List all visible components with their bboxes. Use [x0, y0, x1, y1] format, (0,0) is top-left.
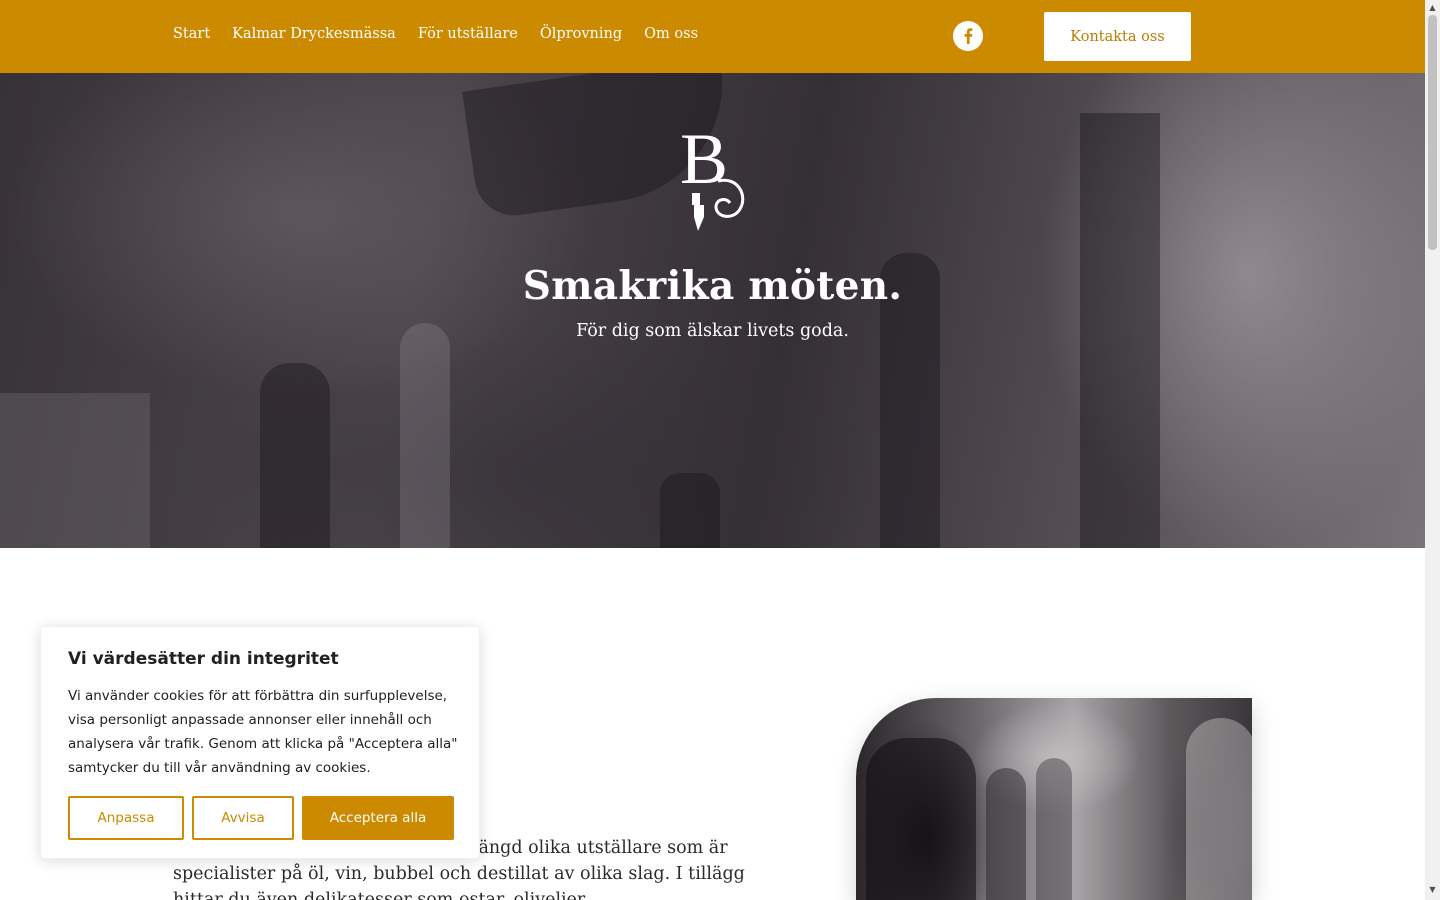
hero-banner: B Smakrika möten. För dig som älskar liv…	[0, 73, 1425, 548]
scrollbar-thumb[interactable]	[1428, 15, 1437, 250]
bs-logo-icon: B	[680, 121, 745, 231]
nav-item-for-utstallare[interactable]: För utställare	[418, 26, 518, 42]
cookie-title: Vi värdesätter din integritet	[68, 649, 339, 669]
nav-item-olprovning[interactable]: Ölprovning	[540, 26, 622, 42]
scroll-up-icon[interactable]: ▲	[1425, 3, 1440, 15]
nav-item-om-oss[interactable]: Om oss	[644, 26, 698, 42]
facebook-glyph	[964, 28, 973, 44]
reject-button[interactable]: Avvisa	[192, 796, 294, 840]
site-header: Start Kalmar Dryckesmässa För utställare…	[0, 0, 1425, 73]
cookie-description: Vi använder cookies för att förbättra di…	[68, 688, 458, 776]
svg-text:B: B	[680, 121, 728, 199]
facebook-icon[interactable]	[953, 21, 983, 51]
cookie-consent-dialog: Vi värdesätter din integritet Vi använde…	[40, 626, 480, 859]
contact-button[interactable]: Kontakta oss	[1044, 12, 1191, 61]
scroll-down-icon[interactable]: ▼	[1425, 885, 1440, 897]
nav-item-kalmar-dryckesmassa[interactable]: Kalmar Dryckesmässa	[232, 26, 396, 42]
accept-all-button[interactable]: Acceptera alla	[302, 796, 454, 840]
event-photo	[856, 698, 1252, 900]
nav-item-start[interactable]: Start	[173, 26, 210, 42]
hero-subtitle: För dig som älskar livets goda.	[576, 321, 849, 341]
hero-title: Smakrika möten.	[522, 263, 903, 309]
page-scrollbar[interactable]: ▲ ▼	[1425, 0, 1440, 900]
customize-button[interactable]: Anpassa	[68, 796, 184, 840]
main-nav: Start Kalmar Dryckesmässa För utställare…	[173, 26, 698, 42]
